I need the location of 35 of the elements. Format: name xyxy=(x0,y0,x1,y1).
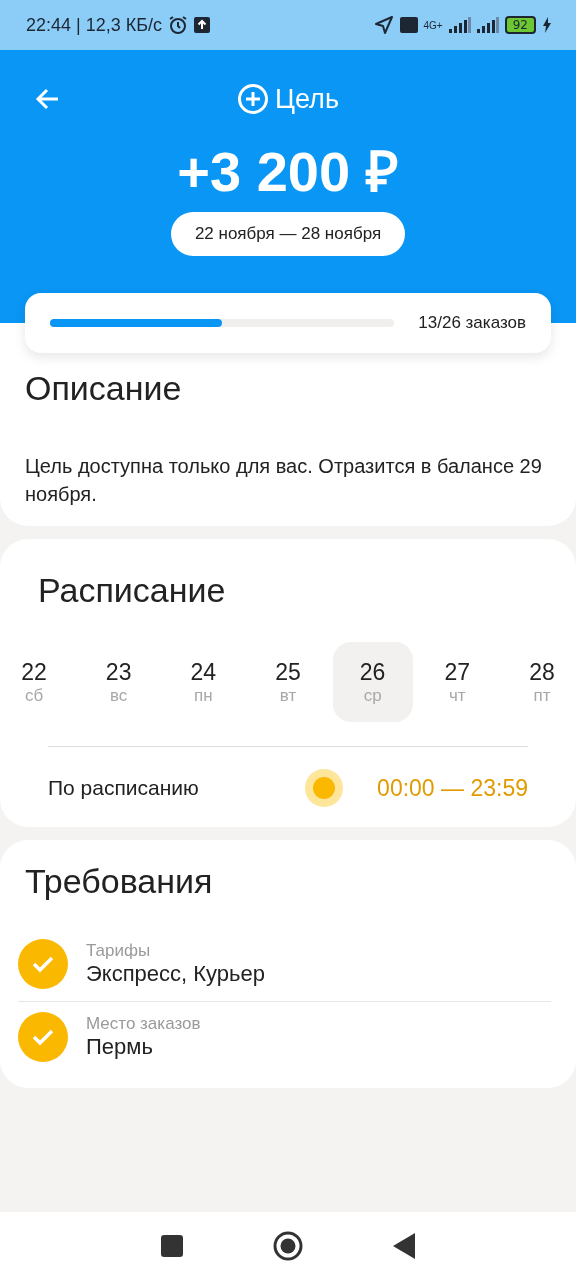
day-tab[interactable]: 28 пт xyxy=(501,642,576,722)
section-title: Расписание xyxy=(37,571,227,610)
schedule-label: По расписанию xyxy=(48,776,200,800)
day-tab[interactable]: 27 чт xyxy=(417,642,498,722)
section-title: Описание xyxy=(25,369,183,408)
back-nav-button[interactable] xyxy=(393,1233,415,1259)
requirement-label: Тарифы xyxy=(86,941,152,961)
requirement-value: Пермь xyxy=(86,1034,154,1060)
period-pill: 22 ноября — 28 ноября xyxy=(170,212,406,256)
signal-icon xyxy=(448,17,471,33)
day-tab[interactable]: 25 вт xyxy=(247,642,328,722)
upload-icon xyxy=(194,17,211,33)
alarm-icon xyxy=(168,15,189,35)
requirement-value: Экспресс, Курьер xyxy=(86,961,266,987)
goal-amount: +3 200 ₽ xyxy=(177,140,399,204)
requirement-label: Место заказов xyxy=(86,1014,201,1034)
schedule-time: 00:00 — 23:59 xyxy=(377,774,528,802)
recents-button[interactable] xyxy=(161,1235,183,1257)
network-type: 4G+ xyxy=(423,19,443,31)
status-time: 22:44 | 12,3 КБ/с xyxy=(26,14,163,36)
day-tab[interactable]: 24 пн xyxy=(163,642,244,722)
battery-level: 92 xyxy=(504,16,536,34)
location-arrow-icon xyxy=(373,15,394,35)
signal-icon xyxy=(476,17,499,33)
home-button[interactable] xyxy=(273,1231,303,1261)
day-tab[interactable]: 23 вс xyxy=(78,642,159,722)
day-tab[interactable]: 22 сб xyxy=(0,642,74,722)
day-tab[interactable]: 26 ср xyxy=(332,642,413,722)
description-text: Цель доступна только для вас. Отразится в балансе 29 ноября. xyxy=(25,454,543,507)
page-title: Цель xyxy=(275,83,339,115)
charging-icon xyxy=(542,17,552,33)
section-title: Требования xyxy=(25,862,214,901)
plus-circle-icon xyxy=(237,83,270,115)
sun-icon xyxy=(305,769,344,807)
progress-label: 13/26 заказов xyxy=(418,313,526,333)
